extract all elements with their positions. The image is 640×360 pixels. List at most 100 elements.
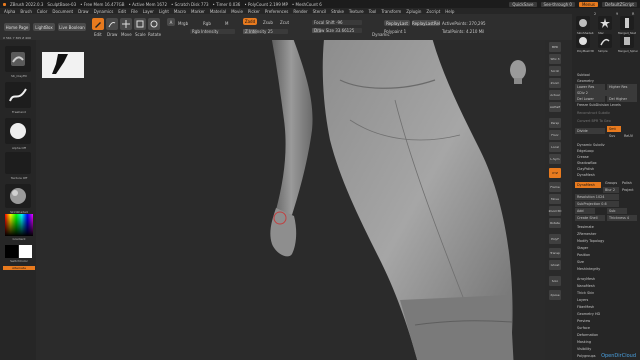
- menu-item[interactable]: Movie: [231, 9, 243, 14]
- dynamesh-section[interactable]: DynaMesh: [575, 172, 637, 178]
- navigation-head-icon[interactable]: [507, 58, 529, 86]
- tool-thumb-figure[interactable]: [620, 16, 634, 30]
- menu-item[interactable]: Transform: [381, 9, 401, 14]
- secondary-color-swatch[interactable]: [19, 245, 32, 258]
- aahalf-button[interactable]: AAHalf: [549, 102, 561, 112]
- tool-thumb-merged[interactable]: [620, 34, 634, 48]
- stager-section[interactable]: Stager: [575, 245, 637, 251]
- m-button[interactable]: M: [225, 21, 228, 26]
- smt-toggle[interactable]: Smt: [607, 126, 621, 132]
- sculpted-figure[interactable]: [40, 40, 545, 360]
- position-section[interactable]: Position: [575, 252, 637, 258]
- frame-button[interactable]: Frame: [549, 182, 561, 192]
- solo-button[interactable]: Solo: [549, 276, 561, 286]
- replay-last-rel-button[interactable]: ReplayLastRel: [412, 20, 440, 26]
- menu-item[interactable]: Color: [37, 9, 47, 14]
- alpha-thumbnail[interactable]: [5, 118, 31, 144]
- visibility-section[interactable]: Visibility: [575, 346, 637, 352]
- divide-button[interactable]: Divide: [575, 128, 605, 134]
- spix-button[interactable]: SPix 3: [549, 54, 561, 64]
- deformation-section[interactable]: Deformation: [575, 332, 637, 338]
- zsub-button[interactable]: Zsub: [263, 20, 273, 25]
- menu-item[interactable]: Zscript: [426, 9, 440, 14]
- tool-thumb-skinshade[interactable]: [576, 16, 590, 30]
- draw-size-slider[interactable]: Draw Size 33.66125: [312, 28, 362, 33]
- persp-button[interactable]: Persp: [549, 118, 561, 128]
- menu-item[interactable]: Light: [159, 9, 169, 14]
- meshintegrity-section[interactable]: MeshIntegrity: [575, 266, 637, 272]
- menu-item[interactable]: Texture: [349, 9, 364, 14]
- rotate-button[interactable]: [148, 18, 160, 30]
- gradient-label[interactable]: Gradient: [3, 237, 35, 241]
- live-boolean-button[interactable]: Live Boolean: [58, 23, 86, 31]
- zcut-button[interactable]: Zcut: [280, 20, 289, 25]
- groups-toggle[interactable]: Groups: [603, 180, 619, 186]
- surface-section[interactable]: Surface: [575, 325, 637, 331]
- blur-slider[interactable]: Blur 2: [603, 187, 619, 193]
- reuv-toggle[interactable]: ReUV: [622, 133, 636, 139]
- menu-item[interactable]: Picker: [248, 9, 260, 14]
- thick-skin-section[interactable]: Thick Skin: [575, 290, 637, 296]
- size-section[interactable]: Size: [575, 259, 637, 265]
- zadd-button[interactable]: Zadd: [243, 18, 257, 25]
- zoom3d-button[interactable]: Zoom3D: [549, 206, 561, 216]
- reconstruct-subdiv-button[interactable]: Reconstruct Subdiv: [575, 110, 637, 116]
- tool-thumb-simple[interactable]: [598, 34, 612, 48]
- menu-item[interactable]: Alpha: [4, 9, 15, 14]
- menu-item[interactable]: Brush: [20, 9, 32, 14]
- suv-toggle[interactable]: Suv: [607, 133, 621, 139]
- menu-item[interactable]: File: [131, 9, 138, 14]
- sub-button[interactable]: Sub: [607, 208, 627, 214]
- move-button[interactable]: [120, 18, 132, 30]
- add-button[interactable]: Add: [575, 208, 595, 214]
- zoom-button[interactable]: Zoom: [549, 78, 561, 88]
- mrgb-button[interactable]: Mrgb: [178, 21, 188, 26]
- draw-button[interactable]: [106, 18, 118, 30]
- layers-section[interactable]: Layers: [575, 297, 637, 303]
- color-picker[interactable]: [5, 214, 33, 236]
- menu-item[interactable]: Stroke: [331, 9, 344, 14]
- menu-item[interactable]: Stencil: [313, 9, 327, 14]
- resolution-slider[interactable]: Resolution 1024: [575, 194, 619, 200]
- menu-item[interactable]: Help: [445, 9, 454, 14]
- masking-section[interactable]: Masking: [575, 339, 637, 345]
- subprojection-slider[interactable]: SubProjection 0.6: [575, 201, 619, 207]
- menu-item[interactable]: Material: [210, 9, 226, 14]
- menu-item[interactable]: Marker: [191, 9, 205, 14]
- menu-item[interactable]: Layer: [143, 9, 154, 14]
- xyz-button[interactable]: XYZ: [549, 168, 561, 178]
- menu-item[interactable]: Macro: [174, 9, 186, 14]
- polyf-button[interactable]: PolyF: [549, 234, 561, 244]
- quicksave-button[interactable]: QuickSave: [509, 1, 537, 7]
- convert-bpr-button[interactable]: Convert BPR To Geo: [575, 118, 637, 124]
- brush-thumbnail[interactable]: [5, 46, 31, 72]
- bpr-button[interactable]: BPR: [549, 42, 561, 52]
- actual-button[interactable]: Actual: [549, 90, 561, 100]
- see-through-slider[interactable]: See-through 0: [540, 1, 575, 7]
- xpose-button[interactable]: Xpose: [549, 290, 561, 300]
- a-button[interactable]: A: [167, 18, 175, 26]
- scroll-button[interactable]: Scroll: [549, 66, 561, 76]
- nanomesh-section[interactable]: NanoMesh: [575, 283, 637, 289]
- alternate-button[interactable]: Alternate: [3, 266, 35, 270]
- switch-color-button[interactable]: SwitchColor: [3, 259, 35, 263]
- arraymesh-section[interactable]: ArrayMesh: [575, 276, 637, 282]
- lsym-button[interactable]: L.Sym: [549, 154, 561, 164]
- create-shell-button[interactable]: Create Shell: [575, 215, 605, 221]
- thickness-slider[interactable]: Thickness 4: [607, 215, 637, 221]
- rgb-button[interactable]: Rgb: [203, 21, 211, 26]
- lightbox-button[interactable]: LightBox: [33, 23, 55, 31]
- menu-item[interactable]: Document: [52, 9, 73, 14]
- default-zscript-button[interactable]: DefaultZScript: [602, 1, 637, 7]
- zremesher-section[interactable]: ZRemesher: [575, 231, 637, 237]
- menu-item[interactable]: Zplugin: [406, 9, 421, 14]
- scale-button[interactable]: [134, 18, 146, 30]
- z-intensity-slider[interactable]: Z Intensity 25: [243, 29, 288, 34]
- tool-thumb-star[interactable]: [598, 16, 612, 30]
- dynamesh-button[interactable]: DynaMesh: [575, 182, 601, 188]
- menu-item[interactable]: Tool: [369, 9, 377, 14]
- material-thumbnail[interactable]: [5, 184, 31, 208]
- project-toggle[interactable]: Project: [620, 187, 636, 193]
- tessimate-section[interactable]: Tessimate: [575, 224, 637, 230]
- replay-last-button[interactable]: ReplayLast: [384, 20, 410, 26]
